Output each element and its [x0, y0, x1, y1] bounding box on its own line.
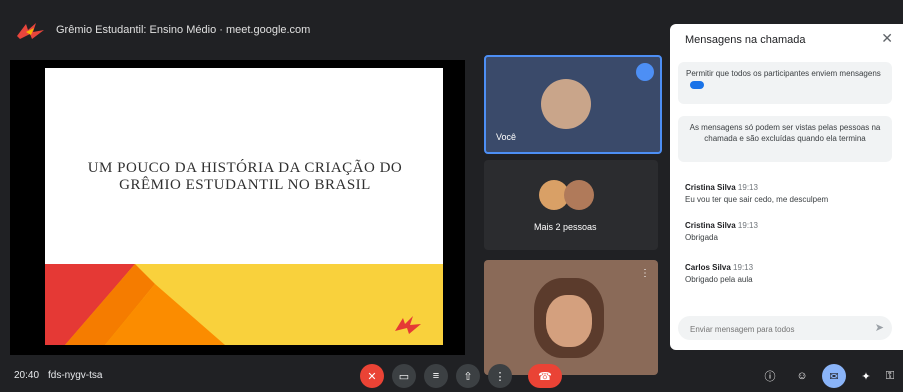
- chat-permission-label: Permitir que todos os participantes envi…: [686, 69, 881, 78]
- message-sender: Cristina Silva: [685, 221, 736, 230]
- captions-icon[interactable]: ≡: [424, 364, 448, 388]
- message-time: 19:13: [737, 183, 758, 192]
- present-icon[interactable]: ⇧: [456, 364, 480, 388]
- slide-logo-icon: [395, 316, 421, 334]
- activities-icon[interactable]: ✦: [854, 364, 878, 388]
- more-vert-icon[interactable]: ⋮: [640, 268, 650, 279]
- chat-message: Carlos Silva 19:13 Obrigado pela aula: [685, 262, 885, 286]
- chat-input-box[interactable]: ➤: [678, 316, 892, 340]
- avatar: [564, 180, 594, 210]
- chat-permission-toggle[interactable]: Permitir que todos os participantes envi…: [678, 62, 892, 104]
- presentation-slide: UM POUCO DA HISTÓRIA DA CRIAÇÃO DO GRÊMI…: [45, 68, 443, 345]
- message-text: Obrigado pela aula: [685, 275, 753, 284]
- send-icon[interactable]: ➤: [875, 321, 884, 334]
- chat-notice-text: As mensagens só podem ser vistas pelas p…: [689, 123, 881, 143]
- info-icon[interactable]: ⓘ: [758, 364, 782, 388]
- bottom-bar: 20:40 fds-nygv-tsa ✕ ▭ ≡ ⇧ ⋮ ☎ ⓘ ☺ ✉ ✦ ⚿: [0, 358, 903, 392]
- participant-video: [541, 79, 591, 129]
- meeting-code: fds-nygv-tsa: [48, 370, 103, 381]
- mic-active-icon: [636, 63, 654, 81]
- people-icon[interactable]: ☺: [790, 364, 814, 388]
- participant-tile-group[interactable]: Mais 2 pessoas: [484, 160, 658, 250]
- participant-name: Você: [496, 132, 517, 142]
- camera-off-icon[interactable]: ▭: [392, 364, 416, 388]
- participant-count-label: Mais 2 pessoas: [534, 222, 597, 232]
- chat-icon[interactable]: ✉: [822, 364, 846, 388]
- participant-tile-self[interactable]: Você: [484, 55, 662, 154]
- clock: 20:40: [14, 370, 40, 381]
- message-time: 19:13: [733, 263, 754, 272]
- toggle-switch[interactable]: [690, 80, 704, 89]
- end-call-icon[interactable]: ☎: [528, 364, 562, 388]
- mic-off-icon[interactable]: ✕: [360, 364, 384, 388]
- chat-notice: As mensagens só podem ser vistas pelas p…: [678, 116, 892, 162]
- window-title: Grêmio Estudantil: Ensino Médio · meet.g…: [56, 24, 311, 36]
- meet-logo-icon: [17, 23, 44, 39]
- message-text: Eu vou ter que sair cedo, me desculpem: [685, 195, 829, 204]
- slide-title: UM POUCO DA HISTÓRIA DA CRIAÇÃO DO GRÊMI…: [87, 160, 403, 193]
- chat-message: Cristina Silva 19:13 Eu vou ter que sair…: [685, 182, 885, 206]
- more-vert-icon[interactable]: ⋮: [488, 364, 512, 388]
- participant-face: [546, 295, 592, 347]
- message-text: Obrigada: [685, 233, 718, 242]
- presentation-stage: UM POUCO DA HISTÓRIA DA CRIAÇÃO DO GRÊMI…: [10, 60, 465, 355]
- message-time: 19:13: [737, 221, 758, 230]
- slide-decoration: [45, 264, 443, 345]
- message-sender: Carlos Silva: [685, 263, 731, 272]
- chat-input[interactable]: [688, 320, 862, 338]
- lock-icon[interactable]: ⚿: [878, 364, 902, 388]
- chat-title: Mensagens na chamada: [685, 34, 806, 46]
- chat-panel: Mensagens na chamada ✕ Permitir que todo…: [670, 24, 903, 350]
- message-sender: Cristina Silva: [685, 183, 736, 192]
- chat-message: Cristina Silva 19:13 Obrigada: [685, 220, 885, 244]
- top-bar: Grêmio Estudantil: Ensino Médio · meet.g…: [0, 0, 665, 52]
- close-icon[interactable]: ✕: [881, 30, 893, 47]
